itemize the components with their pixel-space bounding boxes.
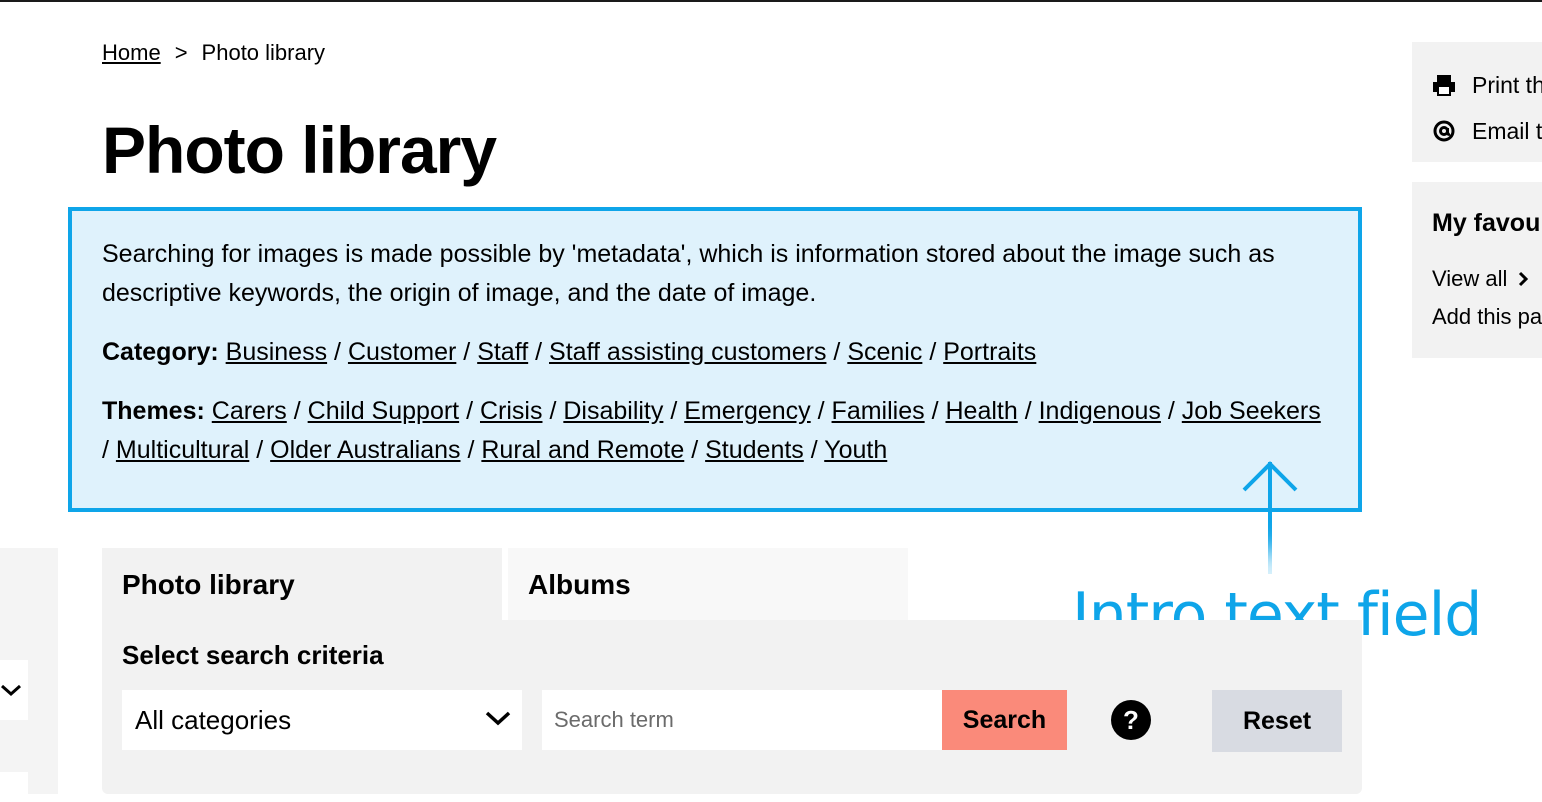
theme-links: Carers / Child Support / Crisis / Disabi… xyxy=(102,397,1321,464)
category-link[interactable]: Staff xyxy=(477,338,528,366)
theme-link[interactable]: Multicultural xyxy=(116,436,249,464)
share-panel: Print th Email t xyxy=(1412,42,1542,162)
breadcrumb-home-link[interactable]: Home xyxy=(102,40,161,66)
chevron-down-icon xyxy=(1,684,21,697)
left-filter-select[interactable] xyxy=(0,660,28,720)
theme-divider: / xyxy=(102,436,109,464)
category-link[interactable]: Staff assisting customers xyxy=(549,338,826,366)
category-link[interactable]: Scenic xyxy=(847,338,922,366)
category-divider: / xyxy=(535,338,543,366)
theme-link[interactable]: Indigenous xyxy=(1039,397,1161,425)
category-link[interactable]: Portraits xyxy=(943,338,1036,366)
category-divider: / xyxy=(463,338,471,366)
add-page-link[interactable]: Add this pa xyxy=(1432,298,1542,336)
at-sign-icon xyxy=(1432,119,1460,143)
category-link[interactable]: Customer xyxy=(348,338,456,366)
view-all-label: View all xyxy=(1432,266,1508,291)
reset-button[interactable]: Reset xyxy=(1212,690,1342,752)
theme-divider: / xyxy=(466,397,474,425)
theme-link[interactable]: Carers xyxy=(212,397,287,425)
breadcrumb-separator: > xyxy=(174,40,188,65)
theme-divider: / xyxy=(467,436,475,464)
theme-link[interactable]: Disability xyxy=(563,397,663,425)
print-link[interactable]: Print th xyxy=(1432,62,1542,108)
theme-divider: / xyxy=(256,436,264,464)
favourites-panel: My favou View all Add this pa xyxy=(1412,182,1542,358)
theme-divider: / xyxy=(691,436,699,464)
chevron-down-icon xyxy=(485,711,511,726)
theme-link[interactable]: Youth xyxy=(824,436,887,464)
search-input[interactable] xyxy=(542,690,942,750)
category-select-value: All categories xyxy=(135,704,292,735)
tab-albums[interactable]: Albums xyxy=(508,548,908,622)
add-page-label: Add this pa xyxy=(1432,304,1542,329)
theme-link[interactable]: Crisis xyxy=(480,397,543,425)
help-icon[interactable]: ? xyxy=(1111,700,1151,740)
email-label: Email t xyxy=(1472,117,1542,144)
theme-link[interactable]: Health xyxy=(945,397,1017,425)
theme-link[interactable]: Rural and Remote xyxy=(481,436,684,464)
theme-divider: / xyxy=(1167,397,1175,425)
intro-description: Searching for images is made possible by… xyxy=(102,240,1275,307)
themes-row: Themes: Carers / Child Support / Crisis … xyxy=(102,392,1328,470)
printer-icon xyxy=(1432,74,1460,96)
breadcrumb-current: Photo library xyxy=(201,40,326,65)
theme-link[interactable]: Child Support xyxy=(308,397,459,425)
theme-link[interactable]: Older Australians xyxy=(270,436,460,464)
favourites-title: My favou xyxy=(1432,209,1541,237)
theme-divider: / xyxy=(810,436,818,464)
category-row: Category: Business / Customer / Staff / … xyxy=(102,333,1328,372)
search-button[interactable]: Search xyxy=(942,690,1067,750)
email-link[interactable]: Email t xyxy=(1432,108,1542,154)
theme-divider: / xyxy=(817,397,825,425)
intro-text-box: Searching for images is made possible by… xyxy=(68,207,1362,512)
view-all-link[interactable]: View all xyxy=(1432,260,1542,298)
category-link[interactable]: Business xyxy=(226,338,327,366)
theme-link[interactable]: Students xyxy=(705,436,804,464)
print-label: Print th xyxy=(1472,71,1542,98)
top-border xyxy=(0,0,1542,2)
theme-link[interactable]: Families xyxy=(832,397,925,425)
theme-divider: / xyxy=(549,397,557,425)
category-divider: / xyxy=(833,338,841,366)
page-title: Photo library xyxy=(102,113,497,187)
theme-divider: / xyxy=(293,397,301,425)
theme-link[interactable]: Emergency xyxy=(684,397,810,425)
search-criteria-label: Select search criteria xyxy=(122,640,384,670)
category-links: Business / Customer / Staff / Staff assi… xyxy=(226,338,1037,366)
theme-divider: / xyxy=(931,397,939,425)
category-label: Category: xyxy=(102,338,219,366)
category-divider: / xyxy=(929,338,937,366)
breadcrumb: Home > Photo library xyxy=(102,40,325,66)
themes-label: Themes: xyxy=(102,397,205,425)
arrow-up-icon xyxy=(1242,461,1298,574)
category-divider: / xyxy=(334,338,341,366)
theme-divider: / xyxy=(1024,397,1032,425)
theme-link[interactable]: Job Seekers xyxy=(1182,397,1321,425)
category-select[interactable]: All categories xyxy=(122,690,522,750)
chevron-right-icon xyxy=(1519,271,1529,287)
left-filter-field[interactable] xyxy=(0,772,28,802)
tab-photo-library[interactable]: Photo library xyxy=(102,548,502,622)
theme-divider: / xyxy=(670,397,678,425)
